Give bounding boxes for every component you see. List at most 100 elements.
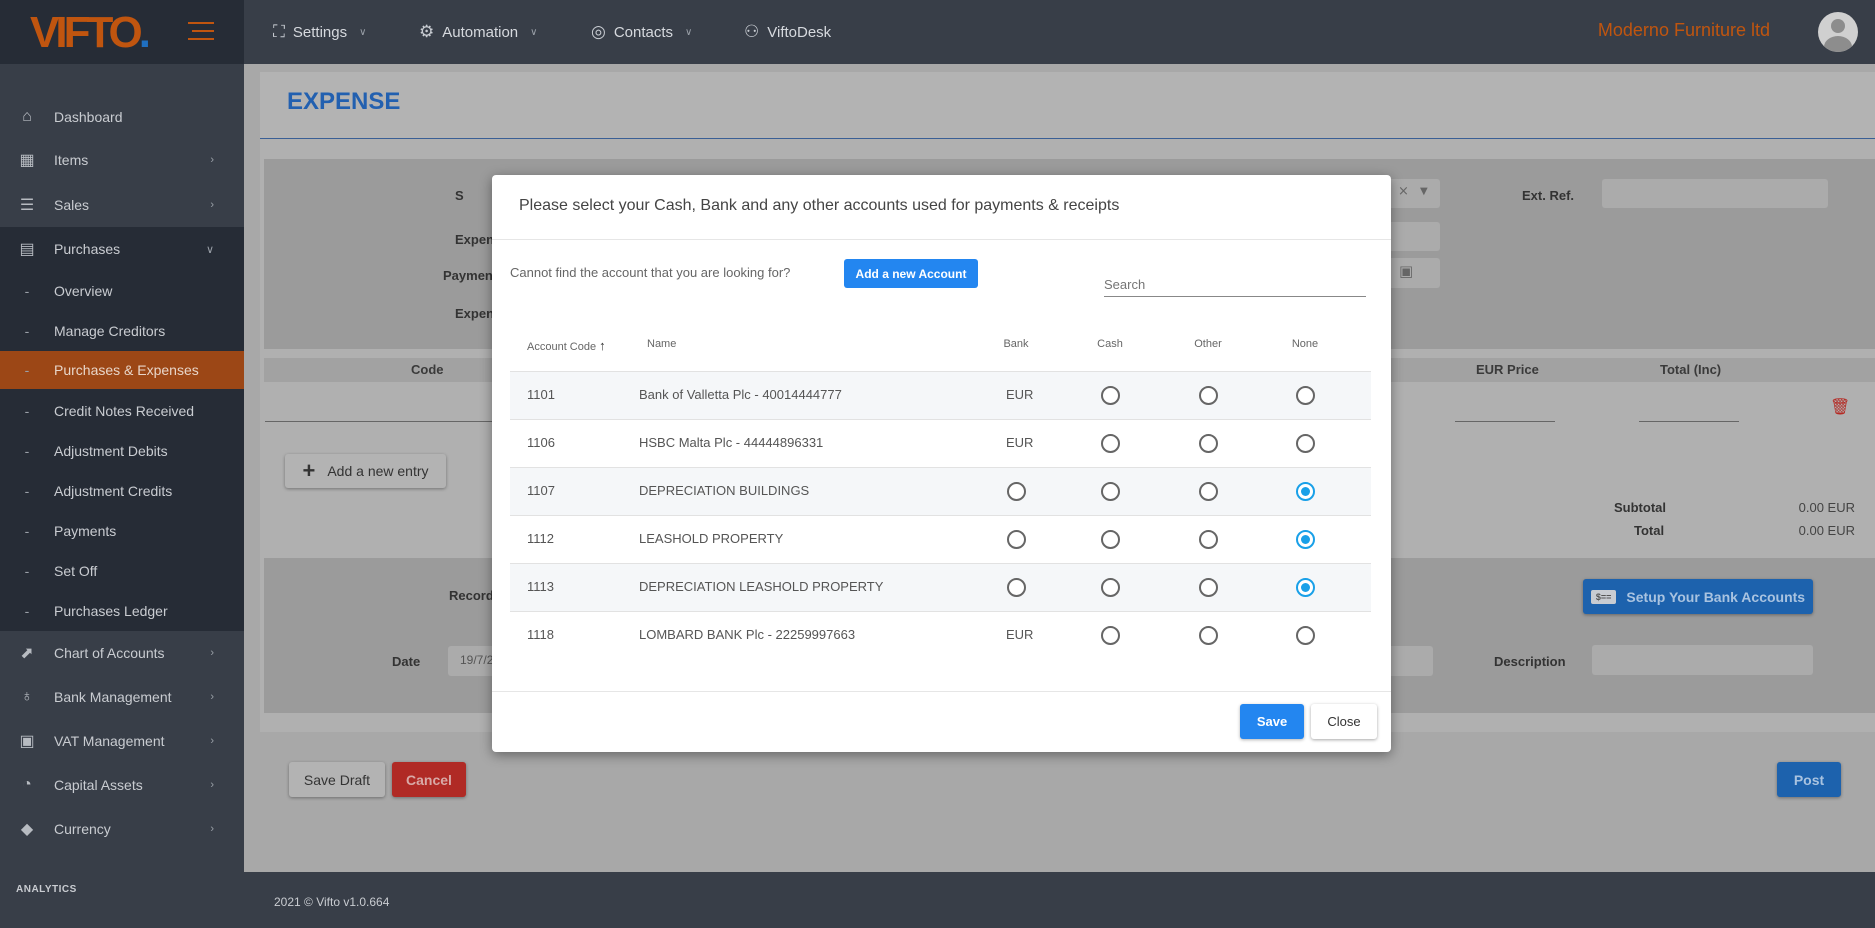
radio-other[interactable] (1199, 482, 1218, 501)
radio-bank[interactable] (1007, 482, 1026, 501)
radio-bank[interactable] (1007, 530, 1026, 549)
vifto-logo[interactable]: VIFTO. (30, 8, 151, 58)
sidebar-subitem-overview[interactable]: - Overview (0, 271, 244, 311)
sidebar-item-label: VAT Management (54, 733, 165, 749)
col-account-code[interactable]: Account Code ↑ (527, 338, 606, 353)
account-name: LEASHOLD PROPERTY (639, 531, 784, 546)
sidebar-item-dashboard[interactable]: ⌂ Dashboard (0, 97, 244, 137)
radio-other[interactable] (1199, 626, 1218, 645)
radio-cash[interactable] (1101, 530, 1120, 549)
cancel-button[interactable]: Cancel (392, 762, 466, 797)
chevron-right-icon: › (210, 779, 214, 791)
record-label: Record (449, 588, 494, 603)
col-name[interactable]: Name (647, 338, 676, 350)
radio-cash[interactable] (1101, 482, 1120, 501)
radio-none[interactable] (1296, 434, 1315, 453)
nav-automation[interactable]: ⚙ Automation ∨ (419, 0, 537, 64)
add-new-entry-button[interactable]: + Add a new entry (285, 454, 446, 488)
sidebar-item-chart-of-accounts[interactable]: ⬈ Chart of Accounts › (0, 633, 244, 673)
radio-other[interactable] (1199, 434, 1218, 453)
sidebar-subitem-set-off[interactable]: - Set Off (0, 551, 244, 591)
home-icon: ⌂ (22, 108, 32, 125)
sidebar-item-label: Overview (54, 283, 113, 299)
chevron-right-icon: › (210, 154, 214, 166)
col-none: None (1291, 338, 1319, 350)
radio-cash[interactable] (1101, 578, 1120, 597)
clear-icon[interactable]: × (1398, 184, 1409, 199)
radio-none[interactable] (1296, 386, 1315, 405)
radio-other[interactable] (1199, 578, 1218, 597)
sidebar-item-currency[interactable]: ◆ Currency › (0, 809, 244, 849)
close-button[interactable]: Close (1311, 704, 1377, 739)
search-input[interactable] (1104, 273, 1366, 297)
sidebar-item-label: Adjustment Debits (54, 443, 168, 459)
sidebar-subitem-credit-notes-received[interactable]: - Credit Notes Received (0, 391, 244, 431)
company-name[interactable]: Moderno Furniture ltd (1598, 20, 1770, 41)
sidebar-item-vat-management[interactable]: ▣ VAT Management › (0, 721, 244, 761)
sidebar-item-sales[interactable]: ☰ Sales › (0, 185, 244, 225)
total-label: Total (1634, 523, 1665, 538)
sidebar-item-label: Sales (54, 197, 90, 213)
nav-contacts[interactable]: ◎ Contacts ∨ (591, 0, 692, 64)
sidebar-subitem-adjustment-credits[interactable]: - Adjustment Credits (0, 471, 244, 511)
ext-ref-input[interactable] (1602, 179, 1828, 208)
radio-other[interactable] (1199, 386, 1218, 405)
helpdesk-icon: ⚇ (744, 22, 760, 41)
radio-cash[interactable] (1101, 626, 1120, 645)
nav-viftodesk[interactable]: ⚇ ViftoDesk (744, 0, 831, 64)
user-avatar[interactable] (1818, 12, 1858, 52)
hamburger-menu-icon[interactable] (188, 22, 214, 40)
sidebar-item-label: Payments (54, 523, 117, 539)
sidebar-item-label: Purchases & Expenses (54, 362, 199, 378)
description-label: Description (1494, 654, 1566, 669)
radio-bank[interactable] (1007, 578, 1026, 597)
save-button[interactable]: Save (1240, 704, 1304, 739)
delete-trash-icon[interactable]: 🗑 (1830, 397, 1850, 416)
sidebar-item-label: Capital Assets (54, 777, 143, 793)
radio-cash[interactable] (1101, 434, 1120, 453)
radio-none[interactable] (1296, 530, 1315, 549)
dash-icon: - (24, 443, 30, 459)
coins-icon: ☰ (19, 197, 35, 214)
save-draft-button[interactable]: Save Draft (289, 762, 385, 797)
description-input[interactable] (1592, 645, 1813, 675)
radio-none[interactable] (1296, 482, 1315, 501)
add-new-account-button[interactable]: Add a new Account (844, 259, 978, 288)
account-code: 1107 (527, 483, 555, 498)
sidebar-item-purchases[interactable]: ▤ Purchases ∨ (0, 229, 244, 269)
setup-bank-accounts-button[interactable]: $== Setup Your Bank Accounts (1583, 579, 1813, 614)
accounts-table: Account Code ↑ Name Bank Cash Other None… (510, 325, 1371, 672)
sidebar-item-label: Set Off (54, 563, 98, 579)
sidebar-subitem-payments[interactable]: - Payments (0, 511, 244, 551)
code-input[interactable] (265, 421, 492, 422)
account-code: 1101 (527, 387, 555, 402)
sidebar-subitem-manage-creditors[interactable]: - Manage Creditors (0, 311, 244, 351)
sidebar-item-label: Bank Management (54, 689, 172, 705)
sidebar-item-label: Manage Creditors (54, 323, 166, 339)
sidebar-item-capital-assets[interactable]: ◔ Capital Assets › (0, 765, 244, 805)
sidebar-item-label: Dashboard (54, 109, 123, 125)
nav-settings[interactable]: ⛶ Settings ∨ (273, 0, 366, 64)
col-bank: Bank (1003, 338, 1029, 350)
total-inc-input[interactable] (1639, 421, 1739, 422)
assets-icon: ◔ (22, 776, 32, 793)
sidebar-subitem-purchases-expenses[interactable]: - Purchases & Expenses (0, 351, 244, 389)
post-button[interactable]: Post (1777, 762, 1841, 797)
sidebar-subitem-purchases-ledger[interactable]: - Purchases Ledger (0, 591, 244, 631)
radio-none[interactable] (1296, 626, 1315, 645)
radio-none[interactable] (1296, 578, 1315, 597)
button-label: Add a new entry (327, 463, 429, 479)
sidebar-subitem-adjustment-debits[interactable]: - Adjustment Debits (0, 431, 244, 471)
radio-other[interactable] (1199, 530, 1218, 549)
calendar-icon[interactable]: ▣ (1399, 262, 1413, 280)
clipboard-icon: ▣ (19, 733, 35, 750)
divider (492, 239, 1391, 240)
sitemap-icon: ⛶ (273, 22, 285, 41)
eur-price-input[interactable] (1455, 421, 1555, 422)
radio-cash[interactable] (1101, 386, 1120, 405)
table-row: 1118 LOMBARD BANK Plc - 22259997663 EUR (510, 611, 1371, 659)
sidebar-item-bank-management[interactable]: ♁ Bank Management › (0, 677, 244, 717)
nav-label: ViftoDesk (767, 23, 832, 41)
sidebar-item-items[interactable]: ▦ Items › (0, 140, 244, 180)
modal-title: Please select your Cash, Bank and any ot… (519, 197, 1120, 214)
